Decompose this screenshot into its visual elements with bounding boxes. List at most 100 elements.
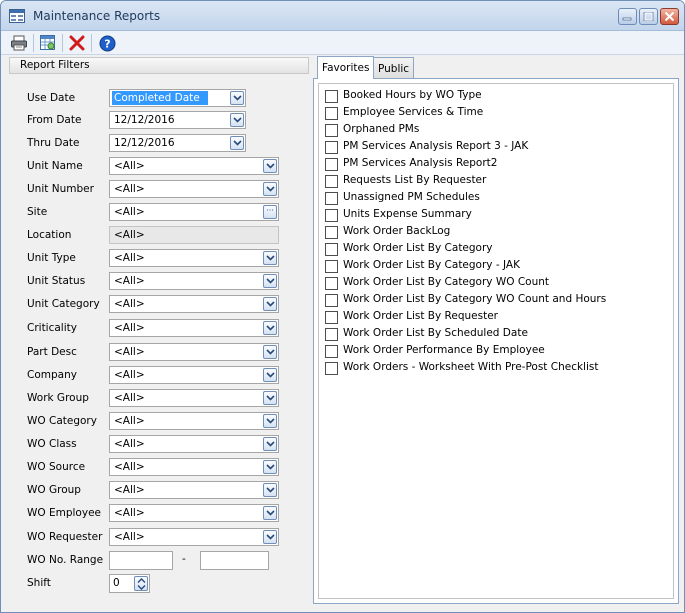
site-lookup[interactable]: <All> ··· [109,203,279,221]
unit-status-dropdown-button[interactable] [263,274,277,288]
report-list-item[interactable]: Work Order List By Category - JAK [325,257,665,274]
report-checkbox[interactable] [325,243,338,256]
criticality-dropdown[interactable]: <All> [109,319,279,337]
chevron-down-icon [266,325,275,331]
ellipsis-icon[interactable]: ··· [263,205,277,219]
print-button[interactable] [9,33,29,53]
report-list-item[interactable]: Work Orders - Worksheet With Pre-Post Ch… [325,359,665,376]
report-list-item[interactable]: PM Services Analysis Report 3 - JAK [325,138,665,155]
report-checkbox[interactable] [325,277,338,290]
report-list-item[interactable]: Work Order List By Scheduled Date [325,325,665,342]
shift-spinner[interactable]: 0 [109,574,150,593]
part-desc-dropdown-button[interactable] [263,345,277,359]
wo-group-dropdown[interactable]: <All> [109,481,279,499]
from-date-dropdown[interactable]: 12/12/2016 [109,111,246,129]
from-date-dropdown-button[interactable] [230,113,244,127]
thru-date-dropdown-button[interactable] [230,136,244,150]
work-group-dropdown[interactable]: <All> [109,389,279,407]
unit-name-dropdown[interactable]: <All> [109,157,279,175]
unit-number-dropdown-button[interactable] [263,182,277,196]
report-list-item[interactable]: Work Order List By Category WO Count and… [325,291,665,308]
report-checkbox[interactable] [325,226,338,239]
report-list-item[interactable]: PM Services Analysis Report2 [325,155,665,172]
unit-category-dropdown[interactable]: <All> [109,295,279,313]
unit-number-dropdown[interactable]: <All> [109,180,279,198]
wo-group-value: <All> [114,484,145,496]
report-checkbox[interactable] [325,141,338,154]
chevron-down-icon [266,441,275,447]
title-bar[interactable]: Maintenance Reports [1,1,684,31]
minimize-button[interactable] [618,8,637,25]
wo-range-from-input[interactable] [109,551,173,570]
company-dropdown-button[interactable] [263,368,277,382]
report-list-item[interactable]: Work Order BackLog [325,223,665,240]
report-list-item[interactable]: Orphaned PMs [325,121,665,138]
report-list-item[interactable]: Unassigned PM Schedules [325,189,665,206]
report-preview-button[interactable] [38,33,58,53]
use-date-dropdown-button[interactable] [230,91,244,105]
part-desc-dropdown[interactable]: <All> [109,343,279,361]
help-icon: ? [99,35,116,52]
wo-class-dropdown-button[interactable] [263,437,277,451]
wo-category-dropdown-button[interactable] [263,414,277,428]
wo-group-dropdown-button[interactable] [263,483,277,497]
close-window-button[interactable] [660,8,679,25]
report-list-item[interactable]: Work Order Performance By Employee [325,342,665,359]
delete-button[interactable] [67,33,87,53]
shift-spin-buttons[interactable] [134,576,148,591]
unit-category-label: Unit Category [27,298,100,310]
tab-public[interactable]: Public [373,57,415,79]
report-list-item[interactable]: Work Order List By Requester [325,308,665,325]
report-list-item[interactable]: Employee Services & Time [325,104,665,121]
wo-requester-dropdown[interactable]: <All> [109,528,279,546]
report-checkbox[interactable] [325,294,338,307]
criticality-dropdown-button[interactable] [263,321,277,335]
report-list-item[interactable]: Requests List By Requester [325,172,665,189]
from-date-label: From Date [27,114,82,126]
report-checkbox[interactable] [325,124,338,137]
report-list-item[interactable]: Booked Hours by WO Type [325,87,665,104]
report-checkbox[interactable] [325,175,338,188]
wo-employee-dropdown-button[interactable] [263,506,277,520]
maximize-button[interactable] [639,8,658,25]
report-checkbox[interactable] [325,260,338,273]
site-label: Site [27,206,48,218]
wo-range-to-input[interactable] [200,551,269,570]
report-list-item[interactable]: Work Order List By Category [325,240,665,257]
work-group-value: <All> [114,392,145,404]
work-group-dropdown-button[interactable] [263,391,277,405]
wo-source-dropdown-button[interactable] [263,460,277,474]
unit-status-dropdown[interactable]: <All> [109,272,279,290]
use-date-dropdown[interactable]: Completed Date [109,89,246,107]
report-checkbox[interactable] [325,209,338,222]
wo-employee-label: WO Employee [27,507,101,519]
unit-category-dropdown-button[interactable] [263,297,277,311]
toolbar-separator [91,34,92,52]
maximize-icon [643,12,654,21]
wo-class-dropdown[interactable]: <All> [109,435,279,453]
unit-number-value: <All> [114,183,145,195]
report-checkbox[interactable] [325,90,338,103]
report-list-item[interactable]: Work Order List By Category WO Count [325,274,665,291]
wo-employee-dropdown[interactable]: <All> [109,504,279,522]
report-checkbox[interactable] [325,311,338,324]
report-list-item[interactable]: Units Expense Summary [325,206,665,223]
report-checkbox[interactable] [325,345,338,358]
tab-favorites[interactable]: Favorites [317,56,375,79]
company-dropdown[interactable]: <All> [109,366,279,384]
wo-category-dropdown[interactable]: <All> [109,412,279,430]
report-checkbox[interactable] [325,192,338,205]
report-checkbox[interactable] [325,328,338,341]
unit-type-dropdown-button[interactable] [263,251,277,265]
unit-name-dropdown-button[interactable] [263,159,277,173]
report-checkbox[interactable] [325,362,338,375]
chevron-down-icon [266,418,275,424]
help-button[interactable]: ? [97,33,117,53]
report-checkbox[interactable] [325,107,338,120]
wo-requester-dropdown-button[interactable] [263,530,277,544]
unit-type-dropdown[interactable]: <All> [109,249,279,267]
report-checkbox[interactable] [325,158,338,171]
site-value: <All> [114,206,145,218]
thru-date-dropdown[interactable]: 12/12/2016 [109,134,246,152]
wo-source-dropdown[interactable]: <All> [109,458,279,476]
